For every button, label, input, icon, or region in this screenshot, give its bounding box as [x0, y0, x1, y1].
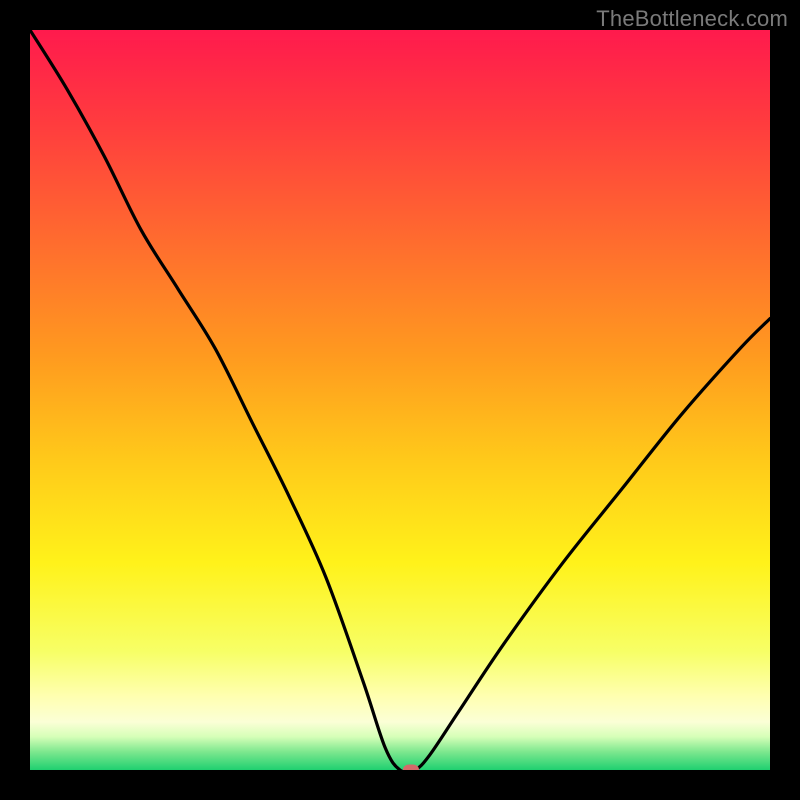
plot-area: [30, 30, 770, 770]
optimum-marker: [403, 765, 419, 771]
watermark-text: TheBottleneck.com: [596, 6, 788, 32]
bottleneck-curve: [30, 30, 770, 770]
curve-layer: [30, 30, 770, 770]
